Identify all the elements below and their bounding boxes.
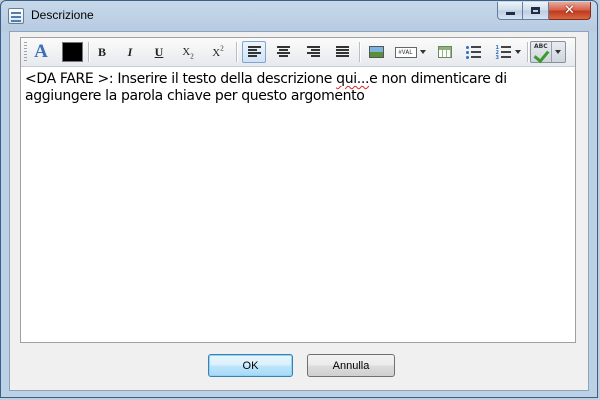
bullet-list-button[interactable]	[463, 41, 485, 63]
title-bar[interactable]: Descrizione ✕	[1, 1, 597, 31]
maximize-icon	[531, 7, 540, 14]
superscript-icon: X2	[212, 44, 223, 60]
font-button[interactable]: A	[30, 41, 52, 63]
spell-check-button[interactable]: ABC	[530, 41, 566, 64]
maximize-button[interactable]	[523, 2, 549, 20]
minimize-icon	[505, 12, 515, 15]
chevron-down-icon	[419, 50, 426, 54]
toolbar-separator	[527, 42, 528, 62]
align-right-button[interactable]	[302, 41, 324, 63]
rich-text-editor: A B I U X2 X2 #VAL 1 2 3 ABC <DA FARE >:…	[20, 37, 576, 343]
toolbar-separator	[236, 42, 237, 62]
description-text: <DA FARE >: Inserire il testo della desc…	[25, 71, 337, 87]
font-icon: A	[34, 41, 48, 62]
cancel-button[interactable]: Annulla	[307, 354, 395, 377]
justify-button[interactable]	[331, 41, 353, 63]
editor-toolbar: A B I U X2 X2 #VAL 1 2 3 ABC	[21, 38, 575, 67]
subscript-mark: 2	[190, 52, 194, 61]
underline-icon: U	[154, 44, 164, 59]
italic-button[interactable]: I	[120, 41, 140, 63]
image-icon	[368, 46, 384, 58]
toolbar-grip[interactable]	[24, 42, 27, 62]
align-center-button[interactable]	[272, 41, 294, 63]
toolbar-separator	[359, 42, 360, 62]
subscript-button[interactable]: X2	[177, 41, 199, 63]
chevron-down-icon	[514, 50, 521, 54]
insert-field-button[interactable]: #VAL	[393, 41, 427, 63]
ok-button[interactable]: OK	[208, 354, 293, 377]
field-icon: #VAL	[394, 46, 417, 58]
bullet-list-icon	[466, 45, 482, 59]
numbered-list-icon: 123	[496, 45, 512, 60]
text-color-button[interactable]	[60, 41, 84, 63]
dialog-window: Descrizione ✕ A B I U X2 X2 #VAL 1 2 3 A…	[0, 0, 598, 398]
chevron-down-icon	[554, 50, 561, 54]
minimize-button[interactable]	[497, 2, 523, 20]
spell-check-icon: ABC	[533, 43, 551, 64]
dialog-content: A B I U X2 X2 #VAL 1 2 3 ABC <DA FARE >:…	[9, 31, 589, 391]
numbered-list-button[interactable]: 123	[491, 41, 525, 63]
window-title: Descrizione	[31, 8, 94, 22]
table-icon	[438, 46, 452, 58]
caption-buttons: ✕	[497, 2, 591, 20]
text-color-swatch	[61, 42, 83, 62]
insert-image-button[interactable]	[365, 41, 387, 63]
justify-icon	[335, 46, 349, 58]
italic-icon: I	[127, 44, 133, 59]
insert-table-button[interactable]	[434, 41, 456, 63]
close-icon: ✕	[564, 3, 575, 18]
app-icon[interactable]	[8, 8, 24, 24]
align-left-button[interactable]	[242, 41, 266, 63]
subscript-icon: X2	[182, 43, 193, 61]
toolbar-separator	[88, 42, 89, 62]
spell-check-dropdown[interactable]	[551, 42, 563, 62]
superscript-button[interactable]: X2	[207, 41, 229, 63]
align-right-icon	[306, 46, 320, 58]
bold-icon: B	[97, 44, 106, 59]
align-center-icon	[276, 46, 290, 58]
misspelled-word: qui...	[336, 71, 370, 87]
underline-button[interactable]: U	[149, 41, 169, 63]
align-left-icon	[247, 46, 261, 58]
description-text-area[interactable]: <DA FARE >: Inserire il testo della desc…	[21, 67, 575, 342]
superscript-mark: 2	[220, 44, 224, 53]
bold-button[interactable]: B	[92, 41, 112, 63]
close-button[interactable]: ✕	[549, 2, 591, 20]
